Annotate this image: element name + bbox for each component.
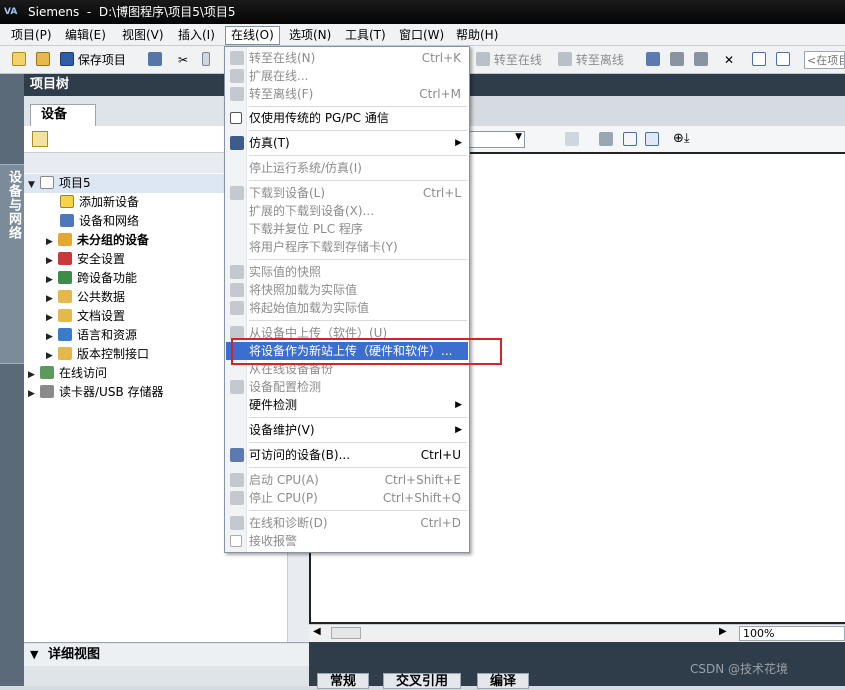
menu-item-device-maintenance[interactable]: 设备维护(V) ▶ bbox=[225, 421, 469, 439]
simulation-icon bbox=[230, 136, 244, 150]
config-detect-icon bbox=[230, 380, 244, 394]
menu-item-load-snapshot[interactable]: 将快照加载为实际值 bbox=[225, 281, 469, 299]
diagnostics-icon bbox=[230, 516, 244, 530]
menu-item-snapshot[interactable]: 实际值的快照 bbox=[225, 263, 469, 281]
stop-cpu-icon bbox=[230, 491, 244, 505]
go-online-button[interactable]: 转至在线 bbox=[476, 52, 542, 68]
new-group-icon[interactable] bbox=[32, 131, 48, 147]
grid-icon[interactable] bbox=[539, 132, 553, 146]
title-bar: VA Siemens - D:\博图程序\项目5\项目5 bbox=[0, 0, 845, 24]
tree-item-common-data[interactable]: ▶ 公共数据 bbox=[46, 288, 125, 307]
menu-tools[interactable]: 工具(T) bbox=[340, 27, 391, 44]
watermark: CSDN @技术花境 bbox=[690, 662, 789, 676]
go-offline-icon bbox=[230, 87, 244, 101]
menu-edit[interactable]: 编辑(E) bbox=[60, 27, 111, 44]
tree-item-card-reader[interactable]: ▶ 读卡器/USB 存储器 bbox=[28, 383, 164, 402]
panel-icon[interactable] bbox=[645, 132, 659, 146]
snapshot-icon bbox=[230, 265, 244, 279]
menu-options[interactable]: 选项(N) bbox=[284, 27, 336, 44]
name-icon[interactable] bbox=[565, 132, 579, 146]
menu-item-accessible-devices[interactable]: 可访问的设备(B)... Ctrl+U bbox=[225, 446, 469, 464]
menu-item-legacy-pgpc[interactable]: 仅使用传统的 PG/PC 通信 bbox=[225, 109, 469, 127]
side-tab-label: 设备与网络 bbox=[6, 170, 21, 240]
copy-icon[interactable] bbox=[202, 52, 210, 68]
start-simulation-icon[interactable] bbox=[670, 52, 684, 68]
cut-icon[interactable]: ✂ bbox=[178, 52, 188, 68]
checkbox-icon bbox=[230, 112, 242, 124]
search-input[interactable] bbox=[804, 51, 845, 69]
print-icon[interactable] bbox=[148, 52, 162, 68]
scroll-left-icon[interactable]: ◀ bbox=[313, 626, 321, 637]
split-vertical-icon[interactable] bbox=[776, 52, 790, 68]
tree-item-add-device[interactable]: 添加新设备 bbox=[60, 193, 139, 212]
online-menu-dropdown: 转至在线(N) Ctrl+K 扩展在线... 转至离线(F) Ctrl+M 仅使用传… bbox=[224, 46, 470, 553]
table-icon[interactable] bbox=[623, 132, 637, 146]
download-icon bbox=[230, 186, 244, 200]
menu-item-extended-download[interactable]: 扩展的下载到设备(X)... bbox=[225, 202, 469, 220]
tab-general[interactable]: 常规 bbox=[317, 673, 370, 689]
menu-help[interactable]: 帮助(H) bbox=[451, 27, 503, 44]
accessible-devices-menu-icon bbox=[230, 448, 244, 462]
menu-insert[interactable]: 插入(I) bbox=[173, 27, 220, 44]
tab-compile[interactable]: 编译 bbox=[477, 673, 530, 689]
portal-side-strip: 设备与网络 bbox=[0, 74, 24, 686]
app-logo-icon: VA bbox=[4, 7, 18, 17]
menu-window[interactable]: 窗口(W) bbox=[394, 27, 449, 44]
tree-item-security[interactable]: ▶ 安全设置 bbox=[46, 250, 125, 269]
tree-item-version-control[interactable]: ▶ 版本控制接口 bbox=[46, 345, 149, 364]
canvas-hscrollbar[interactable]: ◀ ▶ 100% bbox=[309, 624, 845, 642]
extended-online-icon bbox=[230, 69, 244, 83]
tree-item-online-access[interactable]: ▶ 在线访问 bbox=[28, 364, 107, 383]
zoom-in-icon[interactable]: ⊕⤓ bbox=[673, 131, 690, 146]
menu-bar: 项目(P) 编辑(E) 视图(V) 插入(I) 在线(O) 选项(N) 工具(T… bbox=[0, 24, 845, 46]
menu-item-simulation[interactable]: 仿真(T) ▶ bbox=[225, 134, 469, 152]
close-icon[interactable]: ✕ bbox=[724, 52, 734, 68]
detail-view: ▼ 详细视图 bbox=[24, 642, 309, 686]
go-online-icon bbox=[230, 51, 244, 65]
detail-view-header[interactable]: ▼ 详细视图 bbox=[24, 644, 309, 666]
tab-cross-reference[interactable]: 交叉引用 bbox=[383, 673, 462, 689]
save-project-button[interactable]: 保存项目 bbox=[60, 52, 126, 68]
accessible-devices-icon[interactable] bbox=[646, 52, 660, 68]
view-select[interactable]: ▼ bbox=[469, 131, 525, 148]
show-icon[interactable] bbox=[599, 132, 613, 146]
zoom-level-select[interactable]: 100% bbox=[739, 626, 845, 641]
tree-item-ungrouped[interactable]: ▶ 未分组的设备 bbox=[46, 231, 149, 250]
menu-item-stop-cpu[interactable]: 停止 CPU(P) Ctrl+Shift+Q bbox=[225, 489, 469, 507]
menu-item-load-start-values[interactable]: 将起始值加载为实际值 bbox=[225, 299, 469, 317]
new-project-icon[interactable] bbox=[12, 52, 26, 68]
menu-project[interactable]: 项目(P) bbox=[6, 27, 57, 44]
window-title: Siemens - D:\博图程序\项目5\项目5 bbox=[28, 5, 236, 19]
scroll-right-icon[interactable]: ▶ bbox=[719, 626, 727, 637]
menu-item-online-diagnostics[interactable]: 在线和诊断(D) Ctrl+D bbox=[225, 514, 469, 532]
annotation-highlight-box bbox=[231, 338, 502, 365]
tree-item-doc-settings[interactable]: ▶ 文档设置 bbox=[46, 307, 125, 326]
split-horizontal-icon[interactable] bbox=[752, 52, 766, 68]
menu-online[interactable]: 在线(O) bbox=[225, 26, 280, 45]
scroll-thumb[interactable] bbox=[331, 627, 361, 639]
tree-item-languages[interactable]: ▶ 语言和资源 bbox=[46, 326, 137, 345]
menu-item-hardware-detect[interactable]: 硬件检测 ▶ bbox=[225, 396, 469, 414]
load-snapshot-icon bbox=[230, 283, 244, 297]
start-cpu-icon bbox=[230, 473, 244, 487]
menu-view[interactable]: 视图(V) bbox=[117, 27, 169, 44]
checkbox-icon bbox=[230, 535, 242, 547]
menu-item-download-card[interactable]: 将用户程序下载到存储卡(Y) bbox=[225, 238, 469, 256]
menu-item-download[interactable]: 下载到设备(L) Ctrl+L bbox=[225, 184, 469, 202]
stop-simulation-icon[interactable] bbox=[694, 52, 708, 68]
menu-item-stop-runtime[interactable]: 停止运行系统/仿真(I) bbox=[225, 159, 469, 177]
menu-item-start-cpu[interactable]: 启动 CPU(A) Ctrl+Shift+E bbox=[225, 471, 469, 489]
go-offline-button[interactable]: 转至离线 bbox=[558, 52, 624, 68]
tree-item-cross-device[interactable]: ▶ 跨设备功能 bbox=[46, 269, 137, 288]
load-start-values-icon bbox=[230, 301, 244, 315]
tab-devices[interactable]: 设备 bbox=[30, 104, 96, 126]
menu-item-go-offline[interactable]: 转至离线(F) Ctrl+M bbox=[225, 85, 469, 103]
menu-item-go-online[interactable]: 转至在线(N) Ctrl+K bbox=[225, 49, 469, 67]
tree-item-devices-networks[interactable]: 设备和网络 bbox=[60, 212, 139, 231]
menu-item-receive-alarms[interactable]: 接收报警 bbox=[225, 532, 469, 550]
menu-item-download-reset[interactable]: 下载并复位 PLC 程序 bbox=[225, 220, 469, 238]
menu-item-extended-online[interactable]: 扩展在线... bbox=[225, 67, 469, 85]
open-project-icon[interactable] bbox=[36, 52, 50, 68]
menu-item-config-detect[interactable]: 设备配置检测 bbox=[225, 378, 469, 396]
